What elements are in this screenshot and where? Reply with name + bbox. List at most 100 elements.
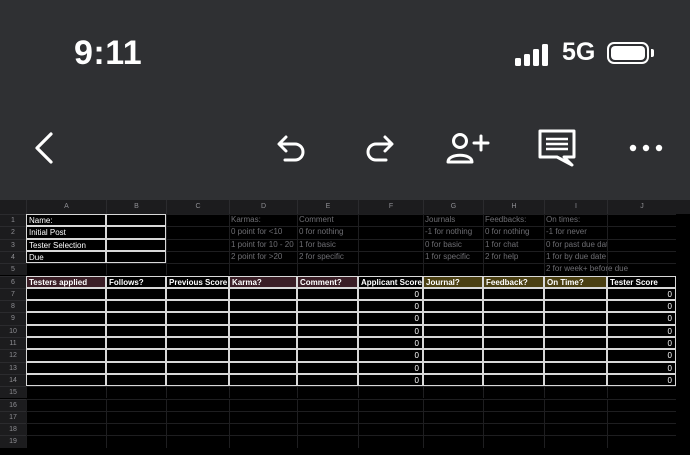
table-cell[interactable]: [26, 312, 106, 325]
cell-e16[interactable]: [297, 398, 358, 411]
header-cell-a[interactable]: Testers applied: [26, 275, 106, 288]
table-cell[interactable]: [166, 287, 229, 301]
cell-e5[interactable]: [297, 263, 358, 276]
table-cell[interactable]: [297, 337, 358, 350]
cell-c4[interactable]: [166, 250, 229, 264]
cell-f16[interactable]: [358, 398, 423, 411]
cell-h5[interactable]: [483, 263, 544, 276]
cell-b18[interactable]: [106, 423, 166, 436]
cell-g19[interactable]: [423, 435, 483, 448]
table-cell[interactable]: [26, 324, 106, 337]
undo-button[interactable]: [266, 122, 318, 174]
table-cell[interactable]: [423, 312, 483, 325]
tester-score-cell[interactable]: 0: [607, 361, 676, 374]
header-cell-f[interactable]: Applicant Score: [358, 275, 423, 288]
table-cell[interactable]: [166, 361, 229, 374]
cell-c19[interactable]: [166, 435, 229, 448]
cell-f15[interactable]: [358, 386, 423, 399]
table-cell[interactable]: [423, 373, 483, 387]
comment-button[interactable]: [531, 122, 583, 174]
cell-a16[interactable]: [26, 398, 106, 411]
cell-i19[interactable]: [544, 435, 607, 448]
applicant-score-cell[interactable]: 0: [358, 349, 423, 362]
table-cell[interactable]: [544, 324, 607, 337]
more-button[interactable]: [620, 122, 672, 174]
row-header-13[interactable]: 13: [0, 361, 26, 374]
tester-score-cell[interactable]: 0: [607, 324, 676, 337]
cell-h17[interactable]: [483, 410, 544, 424]
table-cell[interactable]: [297, 300, 358, 313]
applicant-score-cell[interactable]: 0: [358, 373, 423, 387]
cell-i18[interactable]: [544, 423, 607, 436]
cell-b1[interactable]: [106, 214, 166, 227]
cell-c3[interactable]: [166, 238, 229, 251]
table-cell[interactable]: [26, 300, 106, 313]
table-cell[interactable]: [544, 287, 607, 301]
table-cell[interactable]: [483, 324, 544, 337]
table-cell[interactable]: [423, 324, 483, 337]
table-cell[interactable]: [26, 287, 106, 301]
cell-h15[interactable]: [483, 386, 544, 399]
column-header-a[interactable]: A: [26, 200, 106, 214]
applicant-score-cell[interactable]: 0: [358, 337, 423, 350]
cell-c15[interactable]: [166, 386, 229, 399]
cell-b16[interactable]: [106, 398, 166, 411]
tester-score-cell[interactable]: 0: [607, 287, 676, 301]
cell-e15[interactable]: [297, 386, 358, 399]
cell-j17[interactable]: [607, 410, 676, 424]
row-header-1[interactable]: 1: [0, 214, 26, 227]
cell-a17[interactable]: [26, 410, 106, 424]
cell-f3[interactable]: [358, 238, 423, 251]
row-header-16[interactable]: 16: [0, 398, 26, 411]
table-cell[interactable]: [106, 361, 166, 374]
row-header-3[interactable]: 3: [0, 238, 26, 251]
row-header-5[interactable]: 5: [0, 263, 26, 276]
table-cell[interactable]: [106, 373, 166, 387]
tester-score-cell[interactable]: 0: [607, 300, 676, 313]
table-cell[interactable]: [26, 349, 106, 362]
cell-j3[interactable]: [607, 238, 676, 251]
header-cell-g[interactable]: Journal?: [423, 275, 483, 288]
cell-e18[interactable]: [297, 423, 358, 436]
cell-h16[interactable]: [483, 398, 544, 411]
column-header-j[interactable]: J: [607, 200, 676, 214]
cell-b2[interactable]: [106, 226, 166, 239]
table-cell[interactable]: [26, 337, 106, 350]
applicant-score-cell[interactable]: 0: [358, 312, 423, 325]
table-cell[interactable]: [229, 312, 297, 325]
header-cell-c[interactable]: Previous Score: [166, 275, 229, 288]
cell-c17[interactable]: [166, 410, 229, 424]
table-cell[interactable]: [544, 312, 607, 325]
table-cell[interactable]: [483, 361, 544, 374]
applicant-score-cell[interactable]: 0: [358, 324, 423, 337]
table-cell[interactable]: [483, 349, 544, 362]
table-cell[interactable]: [106, 300, 166, 313]
column-header-g[interactable]: G: [423, 200, 483, 214]
cell-j2[interactable]: [607, 226, 676, 239]
cell-d16[interactable]: [229, 398, 297, 411]
cell-i15[interactable]: [544, 386, 607, 399]
cell-g18[interactable]: [423, 423, 483, 436]
cell-a2[interactable]: Initial Post: [26, 226, 106, 239]
table-cell[interactable]: [26, 373, 106, 387]
row-header-7[interactable]: 7: [0, 287, 26, 301]
cell-b19[interactable]: [106, 435, 166, 448]
cell-c16[interactable]: [166, 398, 229, 411]
cell-b17[interactable]: [106, 410, 166, 424]
cell-c5[interactable]: [166, 263, 229, 276]
applicant-score-cell[interactable]: 0: [358, 287, 423, 301]
cell-d18[interactable]: [229, 423, 297, 436]
cell-e17[interactable]: [297, 410, 358, 424]
cell-a15[interactable]: [26, 386, 106, 399]
cell-h18[interactable]: [483, 423, 544, 436]
tester-score-cell[interactable]: 0: [607, 373, 676, 387]
cell-j15[interactable]: [607, 386, 676, 399]
table-cell[interactable]: [544, 349, 607, 362]
header-cell-d[interactable]: Karma?: [229, 275, 297, 288]
table-cell[interactable]: [423, 349, 483, 362]
table-cell[interactable]: [166, 373, 229, 387]
cell-a18[interactable]: [26, 423, 106, 436]
table-cell[interactable]: [483, 300, 544, 313]
cell-e19[interactable]: [297, 435, 358, 448]
cell-f1[interactable]: [358, 214, 423, 227]
